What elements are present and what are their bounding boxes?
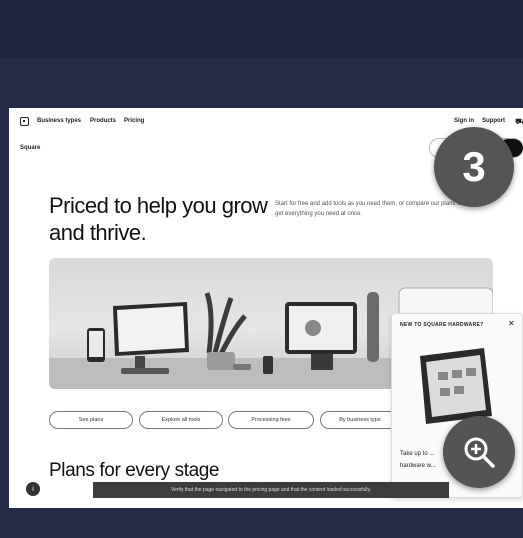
pill-business-type[interactable]: By business type — [320, 411, 400, 429]
help-badge[interactable]: i — [26, 482, 40, 496]
nav-pricing[interactable]: Pricing — [124, 118, 144, 124]
top-band — [0, 0, 523, 58]
pill-processing-fees[interactable]: Processing fees — [228, 411, 314, 429]
zoom-in-icon — [464, 437, 495, 468]
zoom-button[interactable] — [443, 416, 515, 488]
cart-icon[interactable]: ⛟ — [515, 117, 523, 127]
nav-sign-in[interactable]: Sign in — [454, 118, 474, 124]
nav-business-types[interactable]: Business types — [37, 118, 81, 124]
top-navigation: Business types Products Pricing Sign in … — [9, 108, 523, 136]
close-icon[interactable]: ✕ — [508, 319, 515, 328]
square-logo-icon[interactable] — [20, 117, 29, 126]
action-caption: Verify that the page navigated to the pr… — [93, 482, 449, 498]
nav-products[interactable]: Products — [90, 118, 116, 124]
pill-explore-tools[interactable]: Explore all tools — [139, 411, 223, 429]
pill-see-plans[interactable]: See plans — [49, 411, 133, 429]
subnav-brand[interactable]: Square — [20, 145, 40, 151]
step-number-badge: 3 — [434, 127, 514, 207]
hero-description: Start for free and add tools as you need… — [275, 201, 463, 217]
plans-heading: Plans for every stage — [49, 460, 220, 481]
popup-title: NEW TO SQUARE HARDWARE? — [400, 322, 484, 328]
nav-support[interactable]: Support — [482, 118, 505, 124]
hero-title: Priced to help you grow and thrive. — [49, 193, 268, 245]
